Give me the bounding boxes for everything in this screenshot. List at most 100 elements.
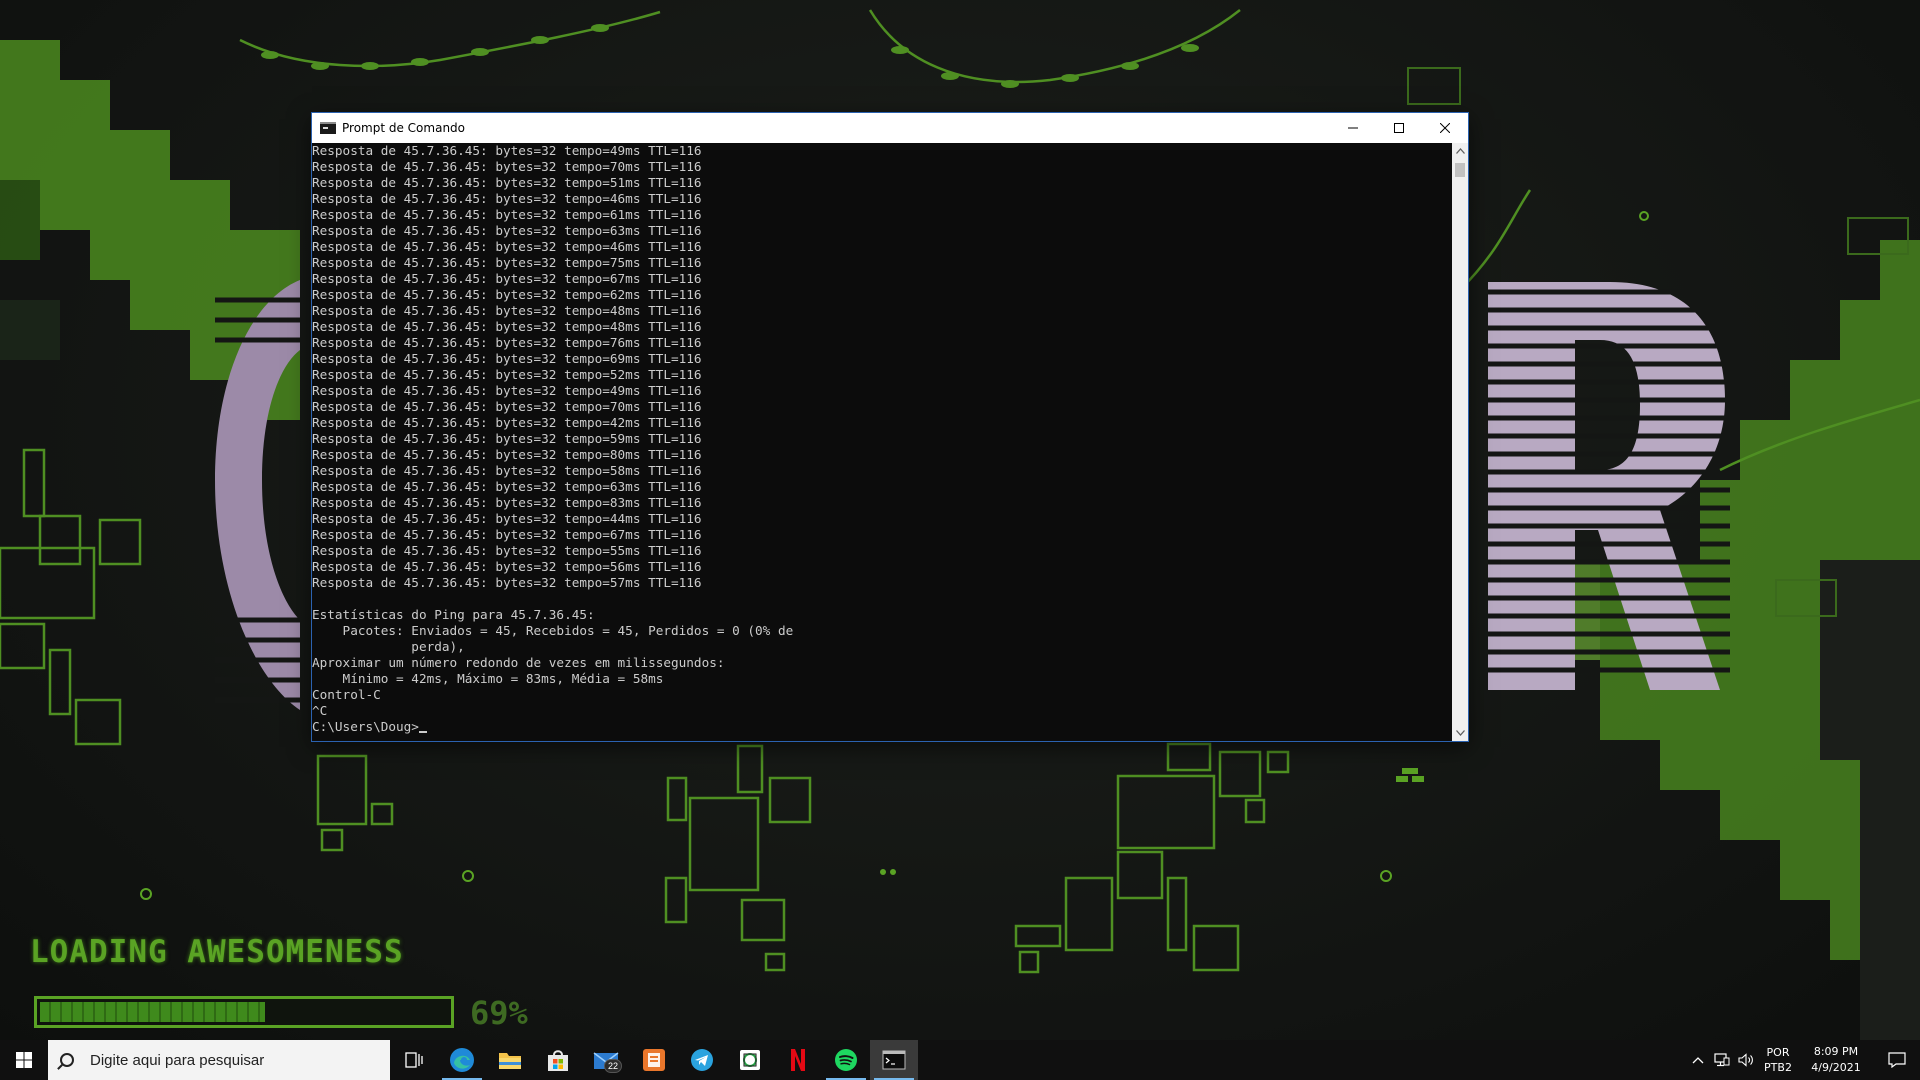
input-language-indicator[interactable]: POR PTB2 — [1758, 1045, 1798, 1075]
console-line: Mínimo = 42ms, Máximo = 83ms, Média = 58… — [312, 671, 664, 686]
console-line: Resposta de 45.7.36.45: bytes=32 tempo=4… — [312, 191, 702, 206]
console-prompt: C:\Users\Doug> — [312, 719, 419, 734]
close-button[interactable] — [1422, 113, 1468, 143]
clock-date: 4/9/2021 — [1811, 1061, 1861, 1074]
vertical-scrollbar[interactable] — [1452, 143, 1468, 741]
console-line: Resposta de 45.7.36.45: bytes=32 tempo=8… — [312, 447, 702, 462]
mail-unread-badge: 22 — [603, 1059, 622, 1073]
scroll-down-button[interactable] — [1452, 725, 1468, 741]
console-line: Resposta de 45.7.36.45: bytes=32 tempo=4… — [312, 303, 702, 318]
console-line: Resposta de 45.7.36.45: bytes=32 tempo=6… — [312, 351, 702, 366]
command-prompt-icon — [882, 1050, 906, 1070]
office-icon — [643, 1049, 665, 1071]
speaker-icon — [1738, 1053, 1753, 1067]
console-line: Control-C — [312, 687, 381, 702]
loading-progress-fill — [40, 1002, 265, 1022]
console-line: Resposta de 45.7.36.45: bytes=32 tempo=5… — [312, 543, 702, 558]
system-tray: POR PTB2 8:09 PM 4/9/2021 — [1686, 1040, 1920, 1080]
console-line: Aproximar um número redondo de vezes em … — [312, 655, 725, 670]
console-line: Resposta de 45.7.36.45: bytes=32 tempo=4… — [312, 383, 702, 398]
notification-icon — [1888, 1052, 1906, 1068]
console-line: Resposta de 45.7.36.45: bytes=32 tempo=7… — [312, 399, 702, 414]
clock-time: 8:09 PM — [1813, 1045, 1859, 1058]
taskbar-app-netflix[interactable] — [774, 1040, 822, 1080]
console-line: Resposta de 45.7.36.45: bytes=32 tempo=4… — [312, 239, 702, 254]
taskbar-app-microsoft-store[interactable] — [534, 1040, 582, 1080]
console-line: Resposta de 45.7.36.45: bytes=32 tempo=5… — [312, 367, 702, 382]
console-line: Resposta de 45.7.36.45: bytes=32 tempo=7… — [312, 335, 702, 350]
console-line: Resposta de 45.7.36.45: bytes=32 tempo=6… — [312, 527, 702, 542]
netflix-icon — [791, 1049, 805, 1071]
keyboard-layout: PTB2 — [1764, 1061, 1792, 1074]
console-line: Resposta de 45.7.36.45: bytes=32 tempo=5… — [312, 559, 702, 574]
task-view-icon — [405, 1052, 423, 1068]
scroll-up-button[interactable] — [1452, 143, 1468, 159]
taskbar-clock[interactable]: 8:09 PM 4/9/2021 — [1798, 1044, 1874, 1076]
console-line: Resposta de 45.7.36.45: bytes=32 tempo=5… — [312, 463, 702, 478]
taskbar-app-mail[interactable]: 22 — [582, 1040, 630, 1080]
console-line: Resposta de 45.7.36.45: bytes=32 tempo=4… — [312, 143, 702, 158]
show-hidden-icons-button[interactable] — [1686, 1056, 1710, 1064]
taskbar-app-edge[interactable] — [438, 1040, 486, 1080]
console-line: Resposta de 45.7.36.45: bytes=32 tempo=6… — [312, 287, 702, 302]
edge-icon — [450, 1048, 474, 1072]
console-line: Estatísticas do Ping para 45.7.36.45: — [312, 607, 595, 622]
taskbar-app-office[interactable] — [630, 1040, 678, 1080]
taskbar-app-file-explorer[interactable] — [486, 1040, 534, 1080]
console-line: Resposta de 45.7.36.45: bytes=32 tempo=6… — [312, 207, 702, 222]
whatsapp-icon — [740, 1050, 760, 1070]
taskbar-app-spotify[interactable] — [822, 1040, 870, 1080]
notification-center-button[interactable] — [1874, 1052, 1920, 1068]
console-line: Resposta de 45.7.36.45: bytes=32 tempo=5… — [312, 575, 702, 590]
console-line: Resposta de 45.7.36.45: bytes=32 tempo=6… — [312, 479, 702, 494]
chevron-up-icon — [1692, 1057, 1704, 1064]
taskbar-app-whatsapp[interactable] — [726, 1040, 774, 1080]
console-line: Resposta de 45.7.36.45: bytes=32 tempo=8… — [312, 495, 702, 510]
folder-icon — [499, 1053, 521, 1069]
console-line: Pacotes: Enviados = 45, Recebidos = 45, … — [312, 623, 794, 638]
console-line: Resposta de 45.7.36.45: bytes=32 tempo=6… — [312, 223, 702, 238]
volume-button[interactable] — [1734, 1053, 1758, 1067]
window-title: Prompt de Comando — [342, 121, 466, 135]
network-button[interactable] — [1710, 1053, 1734, 1067]
scroll-thumb[interactable] — [1455, 163, 1465, 177]
taskbar: 22 — [0, 1040, 1920, 1080]
console-line: Resposta de 45.7.36.45: bytes=32 tempo=4… — [312, 319, 702, 334]
console-line: perda), — [312, 639, 465, 654]
console-text: Resposta de 45.7.36.45: bytes=32 tempo=4… — [312, 143, 1452, 719]
loading-progress-bar — [34, 996, 454, 1028]
command-prompt-window[interactable]: Prompt de Comando Resposta de 45.7.36.45… — [312, 113, 1468, 741]
terminal-icon[interactable] — [320, 122, 336, 134]
chevron-up-icon — [1455, 148, 1465, 154]
telegram-icon — [691, 1049, 713, 1071]
taskbar-app-command-prompt[interactable] — [870, 1040, 918, 1080]
network-icon — [1714, 1053, 1730, 1067]
text-cursor — [418, 731, 427, 733]
start-button[interactable] — [0, 1040, 48, 1080]
windows-logo-icon — [16, 1052, 32, 1068]
taskbar-search-box[interactable] — [48, 1040, 390, 1080]
store-bag-icon — [548, 1050, 568, 1071]
task-view-button[interactable] — [390, 1040, 438, 1080]
taskbar-app-telegram[interactable] — [678, 1040, 726, 1080]
minimize-button[interactable] — [1330, 113, 1376, 143]
console-output[interactable]: Resposta de 45.7.36.45: bytes=32 tempo=4… — [312, 143, 1452, 741]
window-titlebar[interactable]: Prompt de Comando — [312, 113, 1468, 143]
maximize-button[interactable] — [1376, 113, 1422, 143]
console-line: Resposta de 45.7.36.45: bytes=32 tempo=4… — [312, 511, 702, 526]
language-code: POR — [1766, 1046, 1790, 1059]
console-line: Resposta de 45.7.36.45: bytes=32 tempo=7… — [312, 255, 702, 270]
loading-progress-percent: 69% — [470, 994, 528, 1032]
maximize-icon — [1394, 123, 1404, 133]
spotify-icon — [835, 1049, 857, 1071]
console-line: Resposta de 45.7.36.45: bytes=32 tempo=6… — [312, 271, 702, 286]
search-input[interactable] — [88, 1050, 372, 1070]
console-line: Resposta de 45.7.36.45: bytes=32 tempo=5… — [312, 175, 702, 190]
chevron-down-icon — [1455, 730, 1465, 736]
loading-text: LOADING AWESOMENESS — [30, 934, 404, 970]
minimize-icon — [1348, 127, 1358, 129]
console-line: ^C — [312, 703, 328, 718]
console-line: Resposta de 45.7.36.45: bytes=32 tempo=4… — [312, 415, 702, 430]
console-line: Resposta de 45.7.36.45: bytes=32 tempo=5… — [312, 431, 702, 446]
search-icon — [60, 1053, 74, 1067]
